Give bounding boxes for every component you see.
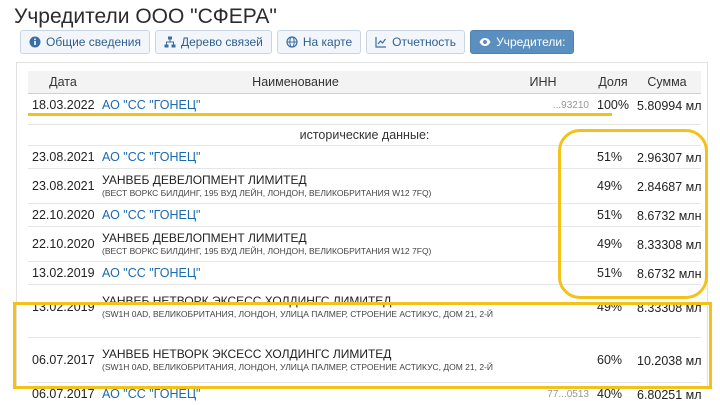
founder-link[interactable]: АО "СС "ГОНЕЦ" [98, 262, 493, 285]
row-sum: 8.33308 млн ₽ [633, 227, 701, 262]
founder-link[interactable]: АО "СС "ГОНЕЦ" [98, 94, 493, 117]
tab-on-map[interactable]: На карте [277, 30, 361, 54]
table-row: 22.10.2020 АО "СС "ГОНЕЦ" 51% 8.6732 млн… [28, 204, 701, 227]
eye-icon [479, 36, 491, 48]
column-header-sum[interactable]: Сумма [633, 71, 701, 94]
row-date: 22.10.2020 [28, 204, 98, 227]
tab-label: На карте [303, 35, 352, 49]
founder-link[interactable]: АО "СС "ГОНЕЦ" [98, 383, 493, 405]
tab-relations-tree[interactable]: Дерево связей [155, 30, 272, 54]
founder-link[interactable]: АО "СС "ГОНЕЦ" [98, 204, 493, 227]
spacer-row [28, 116, 701, 125]
column-header-name[interactable]: Наименование [98, 71, 493, 94]
row-share: 40% [593, 383, 633, 405]
row-share: 49% [593, 227, 633, 262]
row-sum: 6.80251 млн ₽ [633, 383, 701, 405]
table-row: 23.08.2021 УАНВЕБ ДЕВЕЛОПМЕНТ ЛИМИТЕД (В… [28, 169, 701, 204]
row-share: 60% [593, 338, 633, 383]
row-inn: 77...0513 [493, 383, 593, 405]
founder-address: (SW1H 0AD, ВЕЛИКОБРИТАНИЯ, ЛОНДОН, УЛИЦА… [102, 308, 489, 320]
table-row: 22.10.2020 УАНВЕБ ДЕВЕЛОПМЕНТ ЛИМИТЕД (В… [28, 227, 701, 262]
row-sum: 10.2038 млн ₽ [633, 338, 701, 383]
table-header-row: Дата Наименование ИНН Доля Сумма [28, 71, 701, 94]
table-row: 23.08.2021 АО "СС "ГОНЕЦ" 51% 2.96307 мл… [28, 146, 701, 169]
row-date: 22.10.2020 [28, 227, 98, 262]
row-sum: 8.6732 млн ₽ [633, 262, 701, 285]
founder-address: (SW1H 0AD, ВЕЛИКОБРИТАНИЯ, ЛОНДОН, УЛИЦА… [102, 361, 489, 373]
table-row: 13.02.2019 АО "СС "ГОНЕЦ" 51% 8.6732 млн… [28, 262, 701, 285]
row-sum: 2.84687 млн ₽ [633, 169, 701, 204]
row-share: 51% [593, 262, 633, 285]
founder-link[interactable]: АО "СС "ГОНЕЦ" [98, 146, 493, 169]
tab-label: Общие сведения [46, 35, 141, 49]
tab-label: Дерево связей [181, 35, 263, 49]
row-sum: 5.80994 млн ₽ [633, 94, 701, 117]
row-sum: 8.6732 млн ₽ [633, 204, 701, 227]
row-share: 49% [593, 285, 633, 330]
row-date: 13.02.2019 [28, 262, 98, 285]
tab-label: Учредители: [496, 35, 565, 49]
spacer-row [28, 329, 701, 338]
founder-name: УАНВЕБ ДЕВЕЛОПМЕНТ ЛИМИТЕД [102, 231, 307, 245]
founders-table: Дата Наименование ИНН Доля Сумма 18.03.2… [28, 71, 701, 405]
founder-name: УАНВЕБ ДЕВЕЛОПМЕНТ ЛИМИТЕД [102, 173, 307, 187]
row-inn: ...93210 [493, 94, 593, 117]
tab-bar: Общие сведения Дерево связей На карте От… [20, 30, 574, 54]
table-row-current: 18.03.2022 АО "СС "ГОНЕЦ" ...93210 100% … [28, 94, 701, 117]
history-label: исторические данные: [28, 125, 701, 146]
founder-address: (ВЕСТ ВОРКС БИЛДИНГ, 195 ВУД ЛЕЙН, ЛОНДО… [102, 187, 489, 199]
row-date: 23.08.2021 [28, 146, 98, 169]
tab-general-info[interactable]: Общие сведения [20, 30, 150, 54]
tab-founders[interactable]: Учредители: [470, 30, 574, 54]
row-share: 100% [593, 94, 633, 117]
row-date: 06.07.2017 [28, 338, 98, 383]
row-sum: 8.33308 млн ₽ [633, 285, 701, 330]
founder-address: (ВЕСТ ВОРКС БИЛДИНГ, 195 ВУД ЛЕЙН, ЛОНДО… [102, 245, 489, 257]
row-share: 49% [593, 169, 633, 204]
row-date: 13.02.2019 [28, 285, 98, 330]
chart-icon [375, 36, 387, 48]
founder-name: УАНВЕБ НЕТВОРК ЭКСЕСС ХОЛДИНГС ЛИМИТЕД [102, 294, 391, 308]
row-share: 51% [593, 146, 633, 169]
row-date: 18.03.2022 [28, 94, 98, 117]
row-share: 51% [593, 204, 633, 227]
column-header-date[interactable]: Дата [28, 71, 98, 94]
row-date: 23.08.2021 [28, 169, 98, 204]
founder-name: УАНВЕБ НЕТВОРК ЭКСЕСС ХОЛДИНГС ЛИМИТЕД [102, 347, 391, 361]
row-sum: 2.96307 млн ₽ [633, 146, 701, 169]
tree-icon [164, 36, 176, 48]
table-row: 06.07.2017 УАНВЕБ НЕТВОРК ЭКСЕСС ХОЛДИНГ… [28, 338, 701, 383]
row-date: 06.07.2017 [28, 383, 98, 405]
tab-label: Отчетность [392, 35, 456, 49]
globe-icon [286, 36, 298, 48]
column-header-share[interactable]: Доля [593, 71, 633, 94]
table-row: 06.07.2017 АО "СС "ГОНЕЦ" 77...0513 40% … [28, 383, 701, 405]
history-label-row: исторические данные: [28, 125, 701, 146]
page-title: Учредители ООО "СФЕРА" [14, 5, 277, 29]
tab-reports[interactable]: Отчетность [366, 30, 465, 54]
table-row: 13.02.2019 УАНВЕБ НЕТВОРК ЭКСЕСС ХОЛДИНГ… [28, 285, 701, 330]
info-icon [29, 36, 41, 48]
column-header-inn[interactable]: ИНН [493, 71, 593, 94]
